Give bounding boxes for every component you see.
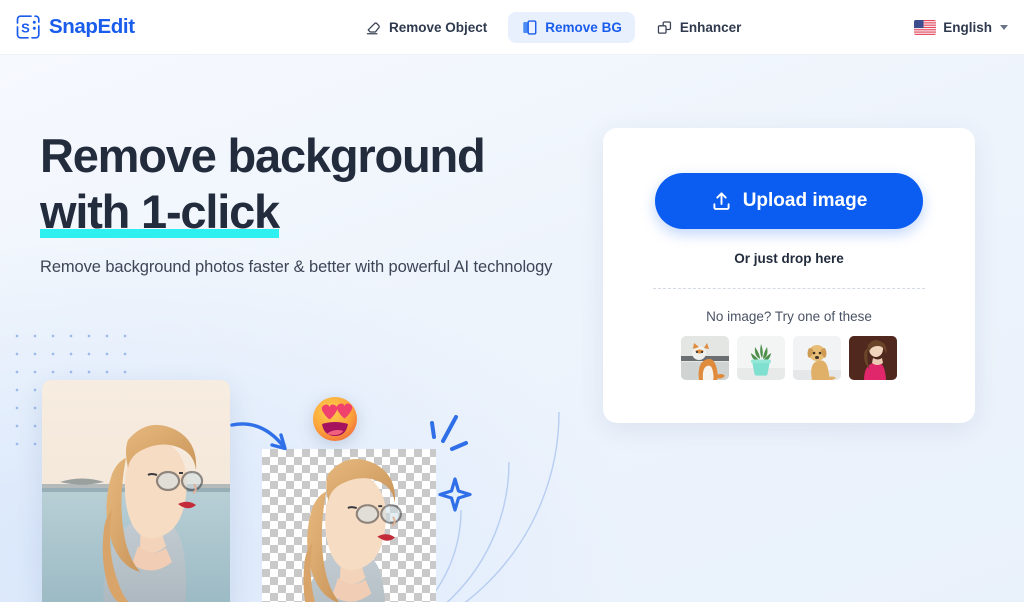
us-flag-icon — [914, 19, 937, 35]
before-image — [42, 380, 230, 602]
upload-image-button[interactable]: Upload image — [655, 173, 923, 229]
nav-item-enhancer[interactable]: Enhancer — [643, 12, 755, 43]
sample-images — [653, 336, 925, 380]
svg-text:S: S — [21, 20, 30, 35]
upload-button-label: Upload image — [742, 190, 868, 211]
succulent-plant-thumbnail[interactable] — [737, 336, 785, 380]
card-divider — [653, 288, 925, 289]
headline-line-1: Remove background — [40, 129, 486, 182]
remove-background-icon — [521, 19, 538, 36]
woman-pink-top-thumbnail[interactable] — [849, 336, 897, 380]
enhancer-expand-icon — [656, 19, 673, 36]
headline-line-2-wrap: with 1-click — [40, 184, 280, 240]
after-image — [262, 449, 436, 602]
hero-section: Remove background with 1-click Remove ba… — [0, 55, 1024, 602]
page-title: Remove background with 1-click — [40, 128, 552, 240]
heart-eyes-emoji — [309, 393, 361, 445]
snapedit-logo-icon: S — [14, 13, 42, 41]
drop-here-text: Or just drop here — [734, 251, 844, 266]
main-nav: Remove Object Remove BG Enhancer — [352, 11, 755, 43]
nav-label-enhancer: Enhancer — [679, 19, 742, 35]
orange-cat-thumbnail[interactable] — [681, 336, 729, 380]
headline-line-2: with 1-click — [40, 185, 280, 238]
upload-icon — [711, 191, 732, 212]
nav-label-remove-object: Remove Object — [389, 19, 488, 35]
language-label: English — [943, 19, 992, 35]
hero-copy: Remove background with 1-click Remove ba… — [40, 128, 552, 277]
eraser-icon — [365, 19, 382, 36]
nav-item-remove-object[interactable]: Remove Object — [352, 12, 500, 43]
golden-puppy-thumbnail[interactable] — [793, 336, 841, 380]
try-samples-text: No image? Try one of these — [706, 309, 872, 324]
brand-logo[interactable]: S SnapEdit — [14, 13, 135, 41]
sparkle-icon — [424, 413, 494, 523]
nav-item-remove-bg[interactable]: Remove BG — [508, 11, 635, 43]
upload-card: Upload image Or just drop here No image?… — [603, 128, 975, 423]
curved-arrow-icon — [228, 413, 306, 461]
nav-label-remove-bg: Remove BG — [545, 19, 622, 35]
brand-name: SnapEdit — [49, 15, 135, 38]
snapedit-remove-bg-page: S SnapEdit Remove Object Remove BG Enhan… — [0, 0, 1024, 602]
hero-subtitle: Remove background photos faster & better… — [40, 258, 553, 276]
site-header: S SnapEdit Remove Object Remove BG Enhan… — [0, 0, 1024, 55]
chevron-down-icon — [1000, 24, 1008, 30]
language-selector[interactable]: English — [914, 19, 1008, 35]
